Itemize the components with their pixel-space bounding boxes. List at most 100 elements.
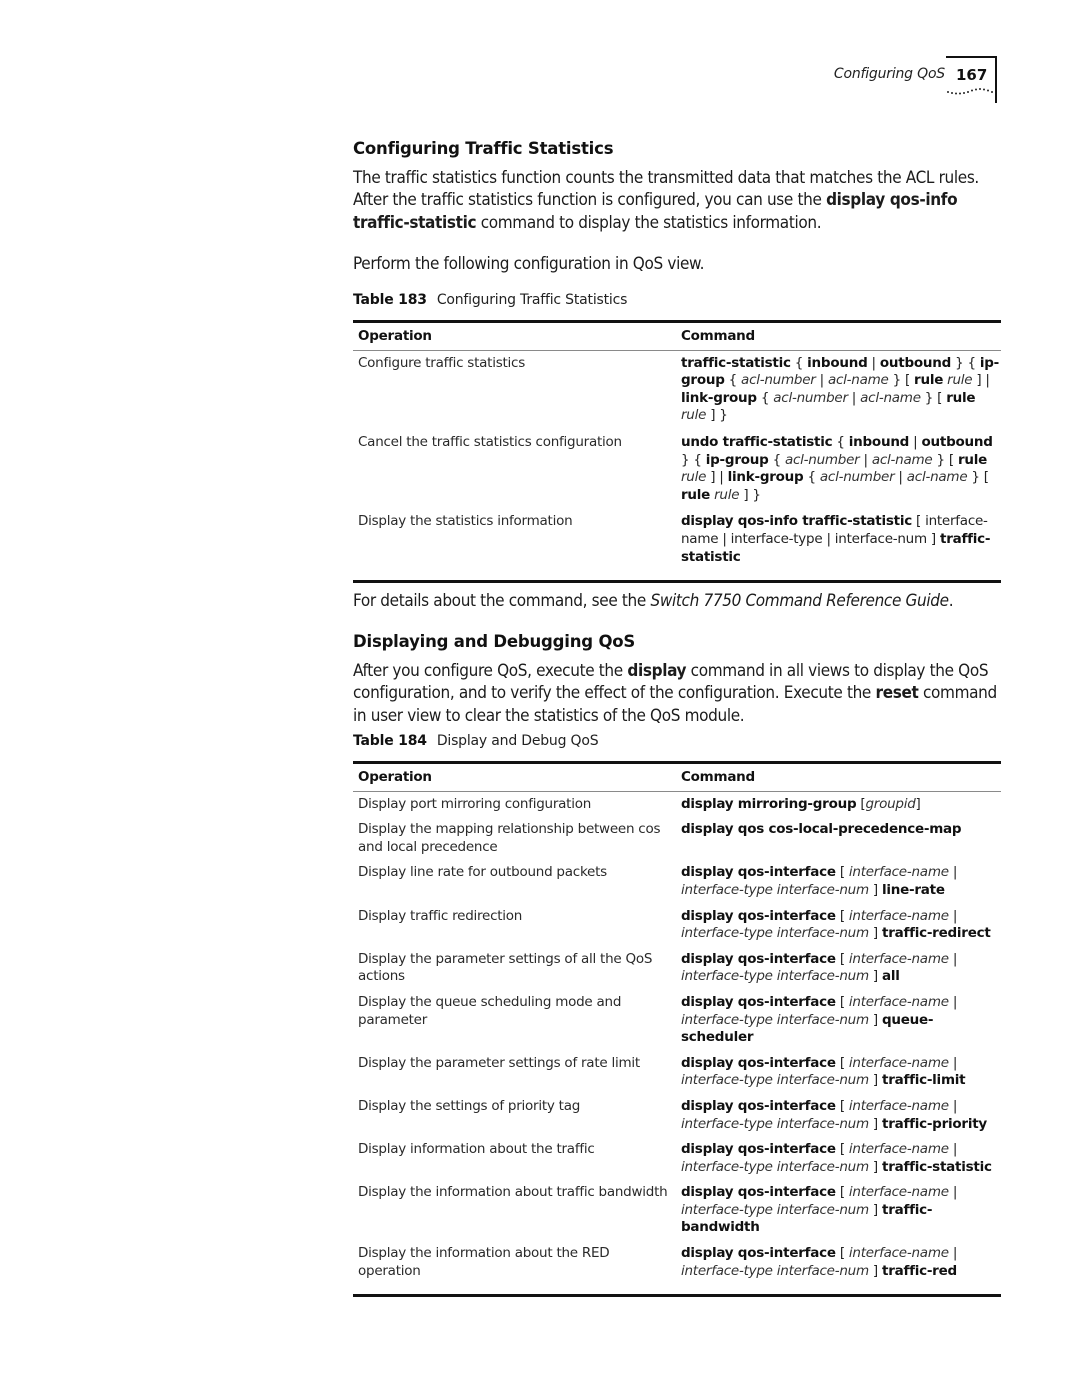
bold-keyword: display qos-info traffic-statistic <box>681 513 912 530</box>
column-header-operation: Operation <box>358 328 432 344</box>
header-rule <box>946 56 996 58</box>
text-run: [ <box>835 1184 849 1201</box>
text-run: ] } <box>706 407 728 424</box>
operation-cell: Display the settings of priority tag <box>358 1097 581 1114</box>
italic-term: interface-name <box>848 1184 949 1201</box>
italic-term: interface-type interface-num <box>681 1072 869 1089</box>
text-run: } [ <box>888 372 915 389</box>
italic-term: acl-name <box>906 469 968 486</box>
table-183-caption: Table 183 Configuring Traffic Statistics <box>353 292 627 308</box>
command-cell: display mirroring-group [groupid] <box>676 791 1001 813</box>
command-cell: undo traffic-statistic { inbound | outbo… <box>676 425 1001 504</box>
text-run: | <box>948 1097 958 1114</box>
italic-term: interface-type interface-num <box>681 1201 869 1218</box>
table-caption-text: Display and Debug QoS <box>436 733 599 749</box>
text-run: ] | <box>706 469 728 486</box>
text-run: | <box>948 1184 958 1201</box>
text-run: After you configure QoS, execute the <box>353 661 628 681</box>
bold-keyword: traffic-redirect <box>881 925 991 942</box>
bold-keyword: rule <box>681 486 711 503</box>
bold-keyword: outbound <box>879 354 952 371</box>
table-row: Display traffic redirection display qos-i… <box>353 900 1001 943</box>
bold-keyword: inbound <box>848 433 910 450</box>
text-run: [ <box>835 1054 849 1071</box>
text-run: ] <box>868 1262 882 1279</box>
text-run: [ <box>835 907 849 924</box>
text-run: | <box>847 389 861 406</box>
italic-term: interface-name <box>848 1141 949 1158</box>
table-caption-text: Configuring Traffic Statistics <box>436 292 628 308</box>
page-number: 167 <box>956 66 988 84</box>
text-run: [ <box>835 864 849 881</box>
bold-keyword: display qos-interface <box>681 1245 836 1262</box>
text-run: | <box>894 469 907 486</box>
text-run: ] <box>868 925 882 942</box>
text-run: ] <box>868 1158 882 1175</box>
operation-cell: Display the parameter settings of rate l… <box>358 1054 640 1071</box>
italic-term: acl-name <box>860 389 921 406</box>
text-run: ] <box>868 1072 882 1089</box>
bold-keyword: display qos-interface <box>681 1097 836 1114</box>
text-run: ] <box>868 1115 882 1132</box>
bold-keyword: display qos-interface <box>681 1054 836 1071</box>
italic-term: interface-type interface-num <box>681 968 869 985</box>
italic-term: acl-number <box>784 451 860 468</box>
text-run: ] | <box>972 372 990 389</box>
text-run: ] <box>868 968 882 985</box>
operation-cell: Display the mapping relationship between… <box>358 821 661 855</box>
table-row: Display the settings of priority tag disp… <box>353 1090 1001 1133</box>
bold-keyword: traffic-priority <box>881 1115 987 1132</box>
text-run: | <box>909 433 922 450</box>
bold-keyword: link-group <box>727 469 804 486</box>
text-run: | <box>859 451 872 468</box>
table-row: Display the parameter settings of all th… <box>353 943 1001 986</box>
table-header-row: Operation Command <box>353 321 1001 351</box>
italic-term: acl-number <box>741 372 816 389</box>
italic-term: rule <box>947 372 973 389</box>
text-run: [ <box>835 1097 849 1114</box>
italic-term: interface-type interface-num <box>681 1115 869 1132</box>
operation-cell: Cancel the traffic statistics configurat… <box>358 433 622 450</box>
text-run: | <box>948 1141 958 1158</box>
bold-keyword: traffic-red <box>881 1262 957 1279</box>
command-cell: display qos-interface [ interface-name |… <box>676 986 1001 1047</box>
qos-view-instruction: Perform the following configuration in Q… <box>353 254 705 274</box>
italic-term: interface-name <box>848 864 949 881</box>
bold-keyword: reset <box>875 683 919 704</box>
bold-keyword: display qos-interface <box>681 1184 836 1201</box>
text-run: [ <box>835 1141 849 1158</box>
italic-term: interface-type interface-num <box>681 925 869 942</box>
section-heading-displaying-debugging: Displaying and Debugging QoS <box>353 632 636 651</box>
table-row: Display the information about the RED op… <box>353 1237 1001 1296</box>
bold-keyword: display qos-interface <box>681 1141 836 1158</box>
bold-keyword: traffic-statistic <box>681 354 791 371</box>
bold-keyword: all <box>881 968 900 985</box>
text-run: } { <box>681 451 706 468</box>
operation-cell: Display the information about traffic ba… <box>358 1184 668 1201</box>
italic-term: interface-name <box>848 1054 949 1071</box>
text-run: [ <box>835 950 849 967</box>
table-row: Display port mirroring configuration disp… <box>353 791 1001 813</box>
command-cell: display qos-interface [ interface-name |… <box>676 1133 1001 1176</box>
table-row: Display the queue scheduling mode and pa… <box>353 986 1001 1047</box>
italic-term: interface-type interface-num <box>681 1262 869 1279</box>
italic-term: acl-name <box>827 372 889 389</box>
command-cell: display qos-interface [ interface-name |… <box>676 1047 1001 1090</box>
text-run: { <box>790 354 808 371</box>
text-run: ] <box>868 881 882 898</box>
operation-cell: Display port mirroring configuration <box>358 795 592 812</box>
text-run: { <box>832 433 849 450</box>
italic-term: acl-number <box>773 389 848 406</box>
text-run: [ <box>835 1245 849 1262</box>
table-row: Display the information about traffic ba… <box>353 1176 1001 1237</box>
text-run: [ <box>835 993 849 1010</box>
bold-keyword: display qos-interface <box>681 993 836 1010</box>
table-183: Operation Command Configure traffic stat… <box>353 320 1001 583</box>
bold-keyword: undo traffic-statistic <box>681 433 833 450</box>
bold-keyword: rule <box>957 451 988 468</box>
table-row: Display the statistics information displa… <box>353 504 1001 582</box>
italic-term: acl-number <box>819 469 895 486</box>
bold-keyword: display qos-interface <box>681 907 836 924</box>
bold-keyword: rule <box>946 389 976 406</box>
command-cell: display qos-interface [ interface-name |… <box>676 1090 1001 1133</box>
